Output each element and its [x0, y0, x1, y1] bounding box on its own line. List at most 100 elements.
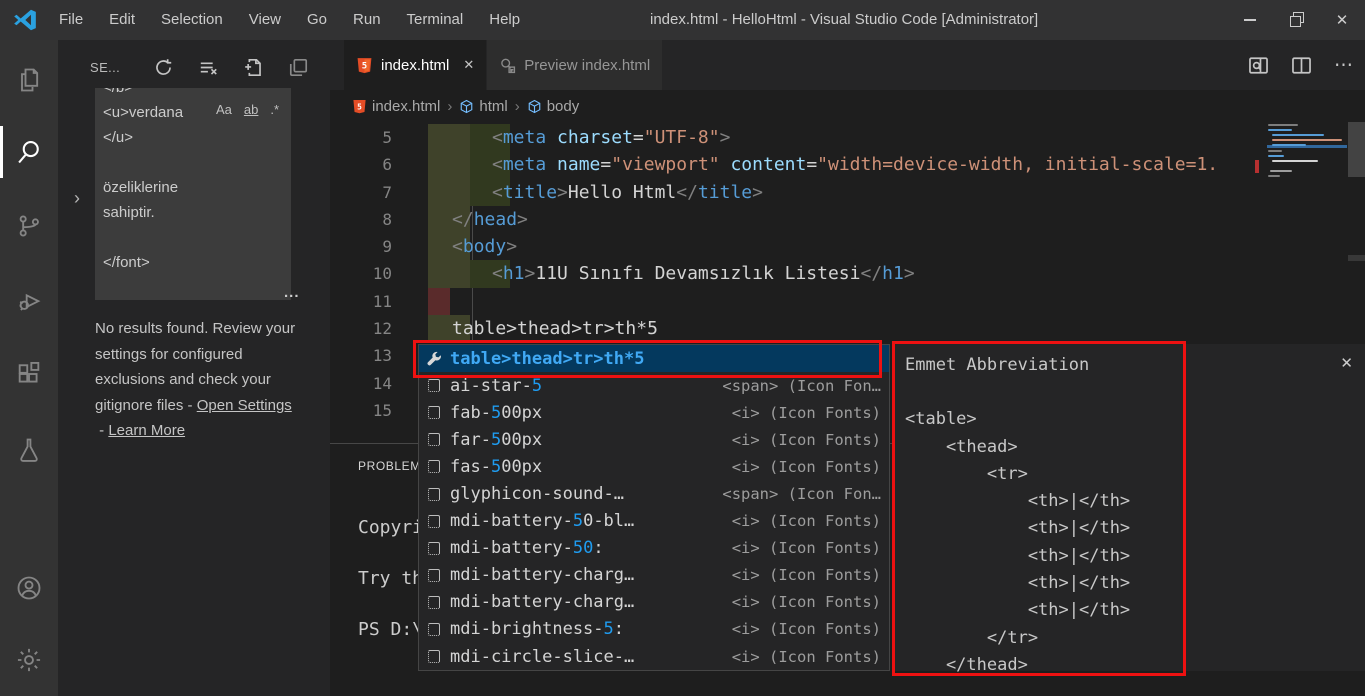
text-suggestion-icon: [425, 488, 443, 501]
editor-actions: ⋯: [1248, 55, 1353, 76]
terminal-line: Copyri: [358, 517, 423, 538]
menu-go[interactable]: Go: [294, 0, 340, 40]
suggestion-item-selected[interactable]: table>thead>tr>th*5: [419, 345, 889, 372]
open-new-search-editor-icon[interactable]: [244, 58, 263, 77]
search-query-line: </font>: [103, 250, 283, 275]
open-preview-side-icon[interactable]: [1248, 55, 1269, 76]
menu-help[interactable]: Help: [476, 0, 533, 40]
code-line-8[interactable]: 8</head>: [330, 206, 1365, 233]
regex-icon[interactable]: .*: [270, 102, 279, 117]
source-control-icon[interactable]: [0, 200, 58, 252]
whole-word-icon[interactable]: ab: [244, 102, 258, 117]
suggestion-item[interactable]: mdi-circle-slice-…<i> (Icon Fonts): [419, 643, 889, 670]
editor-tab-bar: 5 index.html ✕ Preview index.html: [330, 40, 1365, 90]
suggestion-item[interactable]: fab-500px<i> (Icon Fonts): [419, 399, 889, 426]
suggestion-item[interactable]: ai-star-5<span> (Icon Fon…: [419, 372, 889, 399]
suggestion-item[interactable]: mdi-battery-charg…<i> (Icon Fonts): [419, 562, 889, 589]
suggestion-label: mdi-battery-charg…: [450, 565, 634, 585]
menu-edit[interactable]: Edit: [96, 0, 148, 40]
suggestion-item[interactable]: mdi-battery-charg…<i> (Icon Fonts): [419, 589, 889, 616]
line-number: 9: [360, 233, 392, 260]
collapse-all-icon[interactable]: [289, 58, 308, 77]
explorer-icon[interactable]: [0, 54, 58, 106]
suggest-widget[interactable]: table>thead>tr>th*5 ai-star-5<span> (Icon…: [418, 344, 890, 671]
refresh-icon[interactable]: [154, 58, 173, 77]
extensions-icon[interactable]: [0, 348, 58, 400]
tab-index-html[interactable]: 5 index.html ✕: [344, 40, 486, 90]
breadcrumb-label: html: [479, 98, 507, 115]
search-query-line: </u>: [103, 125, 283, 150]
search-icon[interactable]: [0, 126, 58, 178]
code-line-5[interactable]: 5<meta charset="UTF-8">: [330, 124, 1365, 151]
more-actions-icon[interactable]: ⋯: [1334, 61, 1353, 71]
account-icon[interactable]: [0, 562, 58, 614]
scrollbar-thumb[interactable]: [1348, 122, 1365, 177]
text-suggestion-icon: [425, 596, 443, 609]
minimap-code-bar: [1272, 134, 1324, 136]
code-line-7[interactable]: 7<title>Hello Html</title>: [330, 179, 1365, 206]
text-suggestion-icon: [425, 515, 443, 528]
tab-preview-index-html[interactable]: Preview index.html: [486, 40, 662, 90]
code-line-12[interactable]: 12table>thead>tr>th*5: [330, 315, 1365, 342]
minimize-button[interactable]: [1227, 0, 1273, 40]
search-query-line: [103, 225, 283, 250]
menu-run[interactable]: Run: [340, 0, 394, 40]
code-line-10[interactable]: 10 <h1>11U Sınıfı Devamsızlık Listesi</h1…: [330, 260, 1365, 287]
suggestion-item[interactable]: glyphicon-sound-…<span> (Icon Fon…: [419, 480, 889, 507]
tab-close-icon[interactable]: ✕: [463, 57, 474, 73]
suggestion-item[interactable]: mdi-battery-50:<i> (Icon Fonts): [419, 535, 889, 562]
menu-selection[interactable]: Selection: [148, 0, 236, 40]
open-settings-link[interactable]: Open Settings: [197, 397, 292, 414]
minimap-code-bar: [1268, 175, 1280, 177]
suggestion-detail: <i> (Icon Fonts): [732, 458, 881, 476]
code-line-9[interactable]: 9<body>: [330, 233, 1365, 260]
minimap-code-bar: [1268, 129, 1292, 131]
clear-search-results-icon[interactable]: [199, 58, 218, 77]
docs-close-icon[interactable]: ✕: [1340, 350, 1353, 377]
breadcrumb-item-body[interactable]: body: [527, 98, 580, 115]
toggle-replace-chevron-icon[interactable]: ›: [74, 188, 80, 209]
menu-bar: FileEditSelectionViewGoRunTerminalHelp: [46, 0, 533, 40]
suggestion-detail: <i> (Icon Fonts): [732, 431, 881, 449]
breadcrumb-item-html[interactable]: html: [459, 98, 507, 115]
minimap-code-bar: [1268, 155, 1284, 157]
minimap[interactable]: [1268, 122, 1346, 362]
code-line-11[interactable]: 11: [330, 288, 1365, 315]
suggestion-item[interactable]: mdi-battery-50-bl…<i> (Icon Fonts): [419, 508, 889, 535]
search-details-toggle[interactable]: ...: [284, 284, 300, 301]
settings-gear-icon[interactable]: [0, 634, 58, 686]
suggestion-detail: <i> (Icon Fonts): [732, 620, 881, 638]
restore-button[interactable]: [1273, 0, 1319, 40]
search-input[interactable]: </b><u>verdana</u> özeliklerinesahiptir.…: [95, 88, 291, 300]
suggestion-label: table>thead>tr>th*5: [450, 349, 644, 369]
testing-icon[interactable]: [0, 424, 58, 476]
match-case-icon[interactable]: Aa: [216, 102, 232, 117]
suggestion-detail: <span> (Icon Fon…: [722, 377, 881, 395]
split-editor-icon[interactable]: [1291, 55, 1312, 76]
line-number: 10: [360, 260, 392, 287]
run-and-debug-icon[interactable]: [0, 274, 58, 326]
minimap-code-bar: [1272, 139, 1342, 141]
close-button[interactable]: ✕: [1319, 0, 1365, 40]
code-line-6[interactable]: 6<meta name="viewport" content="width=de…: [330, 151, 1365, 178]
suggestion-item[interactable]: fas-500px<i> (Icon Fonts): [419, 453, 889, 480]
search-query-line: sahiptir.: [103, 200, 283, 225]
git-deleted-gutter: [428, 288, 450, 315]
learn-more-link[interactable]: Learn More: [108, 422, 185, 439]
text-suggestion-icon: [425, 623, 443, 636]
docs-title: Emmet Abbreviation: [905, 352, 1365, 379]
text-suggestion-icon: [425, 433, 443, 446]
close-icon: ✕: [1336, 11, 1349, 29]
code-text: <h1>11U Sınıfı Devamsızlık Listesi</h1>: [452, 260, 915, 287]
suggestion-detail: <i> (Icon Fonts): [732, 539, 881, 557]
suggestion-item[interactable]: far-500px<i> (Icon Fonts): [419, 426, 889, 453]
search-query-line: [103, 150, 283, 175]
tab-problems[interactable]: PROBLEMS: [358, 459, 419, 473]
suggestion-label: mdi-circle-slice-…: [450, 647, 634, 667]
suggestion-item[interactable]: mdi-brightness-5:<i> (Icon Fonts): [419, 616, 889, 643]
menu-view[interactable]: View: [236, 0, 294, 40]
breadcrumb-item-index.html[interactable]: 5index.html: [352, 98, 440, 115]
line-number: 15: [360, 397, 392, 424]
menu-file[interactable]: File: [46, 0, 96, 40]
menu-terminal[interactable]: Terminal: [394, 0, 477, 40]
